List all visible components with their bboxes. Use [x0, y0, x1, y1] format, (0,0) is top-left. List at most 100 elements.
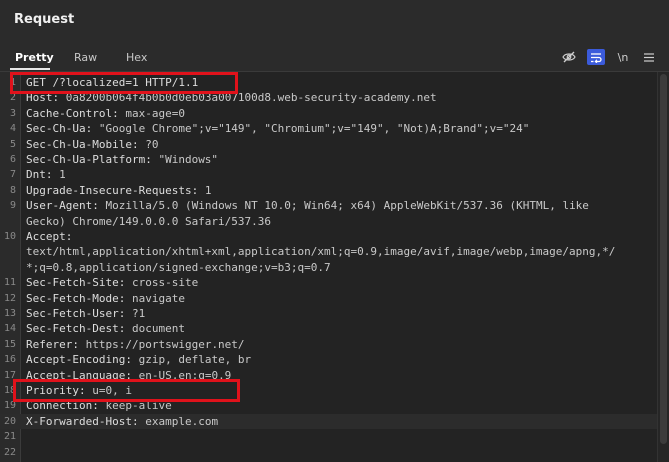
header-name: Accept-Encoding:	[26, 353, 139, 367]
request-line[interactable]: 8 Upgrade-Insecure-Requests: 1	[0, 183, 657, 198]
line-number: 4	[9, 123, 16, 135]
request-line[interactable]: 9 User-Agent: Mozilla/5.0 (Windows NT 10.…	[0, 198, 657, 213]
header-name: Upgrade-Insecure-Requests:	[26, 183, 205, 197]
line-content: Accept-Language: en-US,en;q=0.9	[26, 368, 231, 383]
header-value: en-US,en;q=0.9	[138, 368, 232, 382]
header-name: Sec-Fetch-Site:	[26, 276, 132, 290]
header-value: "Windows"	[158, 153, 219, 166]
request-line[interactable]: 18 Priority: u=0, i	[0, 383, 657, 398]
line-number: 1	[9, 77, 16, 88]
eye-slash-icon[interactable]	[560, 49, 578, 65]
vertical-scrollbar[interactable]	[657, 72, 669, 462]
header-name: GET /?localized=1 HTTP/1.1	[26, 76, 199, 89]
request-line[interactable]: 20 X-Forwarded-Host: example.com	[0, 413, 657, 430]
line-number: 16	[3, 354, 16, 366]
line-content: Sec-Ch-Ua-Mobile: ?0	[26, 137, 158, 152]
header-name: Sec-Ch-Ua-Mobile:	[26, 137, 146, 151]
header-name: Priority:	[26, 384, 93, 397]
request-line[interactable]: 17 Accept-Language: en-US,en;q=0.9	[0, 368, 657, 383]
line-number: 19	[3, 400, 16, 412]
header-name: Host:	[26, 91, 66, 105]
request-line[interactable]: Gecko) Chrome/149.0.0.0 Safari/537.36	[0, 214, 657, 229]
request-line[interactable]: 10 Accept:	[0, 229, 657, 244]
line-number: 14	[3, 323, 16, 335]
tab-hex[interactable]: Hex	[126, 51, 147, 64]
header-name: Sec-Fetch-Mode:	[26, 291, 132, 305]
request-line[interactable]: 21	[0, 429, 657, 444]
line-number: 12	[3, 292, 16, 304]
line-number: 6	[9, 154, 16, 165]
request-line[interactable]: 22	[0, 445, 657, 460]
line-number: 7	[9, 169, 16, 181]
line-content: Dnt: 1	[26, 167, 66, 182]
request-line[interactable]: text/html,application/xhtml+xml,applicat…	[0, 244, 657, 259]
line-content: Accept-Encoding: gzip, deflate, br	[26, 352, 251, 367]
header-value: ?0	[145, 137, 159, 151]
request-line[interactable]: 5 Sec-Ch-Ua-Mobile: ?0	[0, 137, 657, 152]
header-name: Sec-Fetch-User:	[26, 307, 132, 320]
line-number: 21	[3, 431, 16, 443]
header-value: document	[131, 322, 185, 336]
line-number: 22	[3, 446, 16, 458]
scrollbar-thumb[interactable]	[660, 74, 667, 444]
line-content: Sec-Ch-Ua: "Google Chrome";v="149", "Chr…	[26, 121, 529, 136]
header-name: Referer:	[26, 337, 86, 351]
request-line[interactable]: 11 Sec-Fetch-Site: cross-site	[0, 275, 657, 290]
line-number: 3	[9, 107, 16, 119]
line-number: 9	[9, 200, 16, 212]
line-content: Gecko) Chrome/149.0.0.0 Safari/537.36	[26, 214, 271, 229]
header-name: Dnt:	[26, 168, 60, 182]
header-value: gzip, deflate, br	[138, 353, 252, 367]
request-line[interactable]: *;q=0.8,application/signed-exchange;v=b3…	[0, 260, 657, 275]
line-number: 18	[3, 385, 16, 396]
header-value: u=0, i	[92, 384, 132, 397]
line-content: GET /?localized=1 HTTP/1.1	[26, 75, 198, 90]
line-number: 20	[3, 415, 16, 427]
show-newlines-button[interactable]: \n	[614, 49, 632, 65]
hamburger-menu-icon[interactable]	[640, 49, 658, 65]
line-content: Referer: https://portswigger.net/	[26, 337, 245, 352]
line-number: 5	[9, 138, 16, 150]
request-line[interactable]: 14 Sec-Fetch-Dest: document	[0, 321, 657, 336]
request-line[interactable]: 16 Accept-Encoding: gzip, deflate, br	[0, 352, 657, 367]
request-line[interactable]: 12 Sec-Fetch-Mode: navigate	[0, 291, 657, 306]
header-value: text/html,application/xhtml+xml,applicat…	[26, 245, 616, 259]
header-value: Gecko) Chrome/149.0.0.0 Safari/537.36	[26, 214, 272, 228]
active-tab-indicator	[10, 68, 50, 70]
panel-header: Request	[0, 0, 669, 45]
wrap-lines-icon[interactable]	[587, 49, 605, 65]
request-line[interactable]: 4 Sec-Ch-Ua: "Google Chrome";v="149", "Ch…	[0, 121, 657, 136]
line-content: Sec-Fetch-Site: cross-site	[26, 275, 198, 290]
request-line[interactable]: 3 Cache-Control: max-age=0	[0, 106, 657, 121]
request-line[interactable]: 2 Host: 0a8200b064f4b0b0d0eb03a007100d8.w…	[0, 90, 657, 105]
header-name: Accept:	[26, 230, 73, 243]
line-content: Sec-Fetch-User: ?1	[26, 306, 145, 321]
view-tabbar: Pretty Raw Hex \n	[0, 44, 669, 72]
header-name: X-Forwarded-Host:	[26, 414, 146, 428]
request-line[interactable]: 15 Referer: https://portswigger.net/	[0, 337, 657, 352]
header-name: User-Agent:	[26, 199, 106, 213]
header-value: example.com	[145, 414, 219, 428]
line-number: 11	[3, 277, 16, 289]
tab-pretty[interactable]: Pretty	[15, 51, 54, 64]
line-number: 10	[3, 231, 16, 242]
header-value: navigate	[131, 291, 185, 305]
header-value: https://portswigger.net/	[85, 337, 245, 351]
request-line[interactable]: 19 Connection: keep-alive	[0, 398, 657, 413]
line-number: 17	[3, 369, 16, 381]
line-content: Sec-Fetch-Mode: navigate	[26, 291, 185, 306]
panel-title: Request	[14, 12, 75, 27]
line-content: text/html,application/xhtml+xml,applicat…	[26, 244, 615, 259]
header-name: Sec-Ch-Ua:	[26, 122, 99, 136]
request-line[interactable]: 6 Sec-Ch-Ua-Platform: "Windows"	[0, 152, 657, 167]
line-content: Host: 0a8200b064f4b0b0d0eb03a007100d8.we…	[26, 90, 437, 105]
line-content: Sec-Fetch-Dest: document	[26, 321, 185, 336]
header-name: Connection:	[26, 399, 106, 413]
request-line[interactable]: 13 Sec-Fetch-User: ?1	[0, 306, 657, 321]
request-line[interactable]: 7 Dnt: 1	[0, 167, 657, 182]
header-value: "Google Chrome";v="149", "Chromium";v="1…	[98, 122, 530, 136]
request-editor[interactable]: 1 GET /?localized=1 HTTP/1.1 2 Host: 0a8200…	[0, 72, 657, 462]
line-content: *;q=0.8,application/signed-exchange;v=b3…	[26, 260, 331, 275]
tab-raw[interactable]: Raw	[74, 51, 97, 64]
request-line[interactable]: 1 GET /?localized=1 HTTP/1.1	[0, 75, 657, 90]
